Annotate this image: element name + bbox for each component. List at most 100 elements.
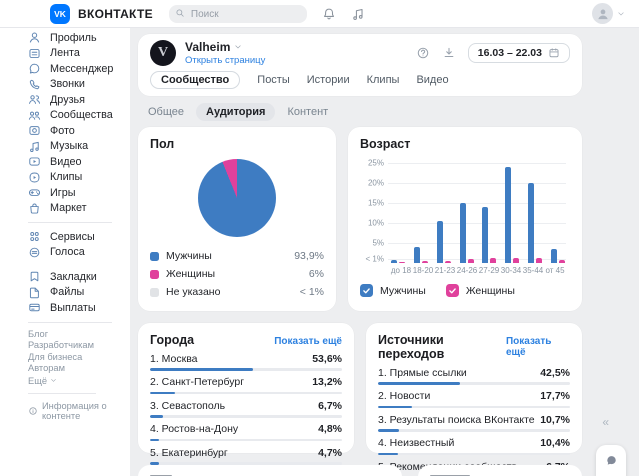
- chat-fab-button[interactable]: [596, 445, 626, 476]
- collapse-sidebar-icon[interactable]: «: [602, 415, 609, 429]
- legend-swatch: [150, 252, 159, 261]
- bell-icon[interactable]: [322, 7, 336, 21]
- progress-fill: [150, 439, 159, 442]
- sidebar-item-files[interactable]: Файлы: [28, 285, 130, 301]
- open-page-link[interactable]: Открыть страницу: [185, 55, 265, 66]
- account-menu[interactable]: [592, 3, 625, 24]
- bar-Женщины-3: [468, 259, 474, 263]
- legend-checkbox-0[interactable]: Мужчины: [360, 284, 426, 297]
- y-tick-label: 20%: [360, 179, 384, 188]
- messenger-icon: [28, 62, 41, 75]
- files-icon: [28, 286, 41, 299]
- footer-link[interactable]: Разработчикам: [28, 340, 94, 352]
- content-info-link[interactable]: Информация о контенте: [28, 401, 114, 421]
- market-icon: [28, 202, 41, 215]
- page-title: Valheim: [185, 40, 230, 54]
- age-bars: [390, 159, 566, 263]
- list-item-value: 4,7%: [318, 448, 342, 459]
- sidebar-item-payouts[interactable]: Выплаты: [28, 300, 130, 316]
- header-tab-3[interactable]: Клипы: [367, 72, 400, 88]
- sidebar-item-clips[interactable]: Клипы: [28, 170, 130, 186]
- help-icon[interactable]: [416, 46, 430, 60]
- y-tick-label: 5%: [360, 239, 384, 248]
- legend-checkbox-1[interactable]: Женщины: [446, 284, 515, 297]
- community-name-dropdown[interactable]: Valheim: [185, 40, 265, 54]
- age-card: Возраст 25%20%15%10%5%< 1% до 1818-2021-…: [348, 127, 582, 311]
- sidebar-item-label: Видео: [50, 156, 82, 168]
- bar-Женщины-6: [536, 258, 542, 263]
- bar-group-7: [550, 159, 566, 263]
- main-area: V Valheim Открыть страницу 16.03 – 22.03: [130, 28, 639, 476]
- list-item: 3. Результаты поиска ВКонтакте10,7%: [378, 415, 570, 432]
- search-input[interactable]: [169, 5, 307, 23]
- progress-fill: [378, 382, 460, 385]
- video-icon: [28, 155, 41, 168]
- sidebar-item-label: Файлы: [50, 286, 84, 298]
- sidebar-item-market[interactable]: Маркет: [28, 201, 130, 217]
- card-title: Пол: [150, 137, 324, 151]
- page-header-card: V Valheim Открыть страницу 16.03 – 22.03: [138, 34, 582, 96]
- sidebar-item-services[interactable]: Сервисы: [28, 229, 130, 245]
- sidebar-item-label: Сервисы: [50, 231, 95, 243]
- footer-more-link[interactable]: Ещё: [28, 376, 114, 386]
- feed-icon: [28, 47, 41, 60]
- list-item-row: 1. Прямые ссылки42,5%: [378, 368, 570, 379]
- community-avatar[interactable]: V: [150, 40, 176, 66]
- chevron-down-icon: [234, 43, 242, 51]
- content-column: V Valheim Открыть страницу 16.03 – 22.03: [138, 34, 582, 476]
- sidebar-item-games[interactable]: Игры: [28, 185, 130, 201]
- header-tab-0[interactable]: Сообщество: [150, 71, 240, 89]
- sidebar-item-voices[interactable]: Голоса: [28, 245, 130, 261]
- legend-label: Женщины: [466, 285, 515, 297]
- checkbox-checked-icon: [360, 284, 373, 297]
- subtab-2[interactable]: Контент: [277, 103, 338, 121]
- sidebar-item-friends[interactable]: Друзья: [28, 92, 130, 108]
- vk-logo[interactable]: VK: [50, 4, 70, 24]
- sidebar-footer: БлогРазработчикамДля бизнесаАвторам Ещё …: [28, 329, 130, 421]
- date-range-button[interactable]: 16.03 – 22.03: [468, 43, 570, 63]
- legend-label: Женщины: [166, 268, 215, 280]
- y-tick-label: 10%: [360, 219, 384, 228]
- list-item-row: 1. Москва53,6%: [150, 354, 342, 365]
- checkbox-checked-icon: [446, 284, 459, 297]
- show-more-link[interactable]: Показать ещё: [274, 336, 342, 347]
- subtab-0[interactable]: Общее: [138, 103, 194, 121]
- footer-link[interactable]: Авторам: [28, 363, 65, 375]
- sidebar-item-video[interactable]: Видео: [28, 154, 130, 170]
- subtab-1[interactable]: Аудитория: [196, 103, 275, 121]
- progress-fill: [378, 406, 412, 409]
- search-icon: [175, 8, 185, 18]
- sidebar-item-label: Игры: [50, 187, 75, 199]
- download-icon[interactable]: [442, 46, 456, 60]
- sidebar-item-bookmarks[interactable]: Закладки: [28, 269, 130, 285]
- sidebar-item-music[interactable]: Музыка: [28, 139, 130, 155]
- sidebar-item-calls[interactable]: Звонки: [28, 77, 130, 93]
- show-more-link[interactable]: Показать ещё: [506, 336, 570, 358]
- sidebar-item-feed[interactable]: Лента: [28, 46, 130, 62]
- list-item-row: 5. Екатеринбург4,7%: [150, 448, 342, 459]
- y-tick-label: 15%: [360, 199, 384, 208]
- sidebar-item-communities[interactable]: Сообщества: [28, 108, 130, 124]
- legend-label: Мужчины: [380, 285, 426, 297]
- bar-Женщины-1: [422, 261, 428, 263]
- header-tab-2[interactable]: Истории: [307, 72, 350, 88]
- list-item-row: 2. Санкт-Петербург13,2%: [150, 377, 342, 388]
- progress-fill: [150, 368, 253, 371]
- sidebar-item-label: Звонки: [50, 78, 85, 90]
- sidebar-item-photos[interactable]: Фото: [28, 123, 130, 139]
- header-tab-1[interactable]: Посты: [257, 72, 289, 88]
- sidebar-item-profile[interactable]: Профиль: [28, 30, 130, 46]
- music-icon[interactable]: [351, 7, 365, 21]
- list-item-value: 10,4%: [540, 438, 570, 449]
- sidebar-item-messenger[interactable]: Мессенджер: [28, 61, 130, 77]
- footer-link[interactable]: Блог: [28, 329, 48, 341]
- sidebar-divider: [28, 222, 112, 223]
- bar-Мужчины-4: [482, 207, 488, 263]
- footer-link[interactable]: Для бизнеса: [28, 352, 82, 364]
- page-layout: ПрофильЛентаМессенджерЗвонкиДрузьяСообще…: [0, 28, 639, 476]
- header-tab-4[interactable]: Видео: [416, 72, 448, 88]
- legend-row-0: Мужчины93,9%: [150, 247, 324, 265]
- list-item: 4. Ростов-на-Дону4,8%: [150, 424, 342, 441]
- list-item-label: 4. Ростов-на-Дону: [150, 424, 238, 435]
- bar-Мужчины-3: [460, 203, 466, 263]
